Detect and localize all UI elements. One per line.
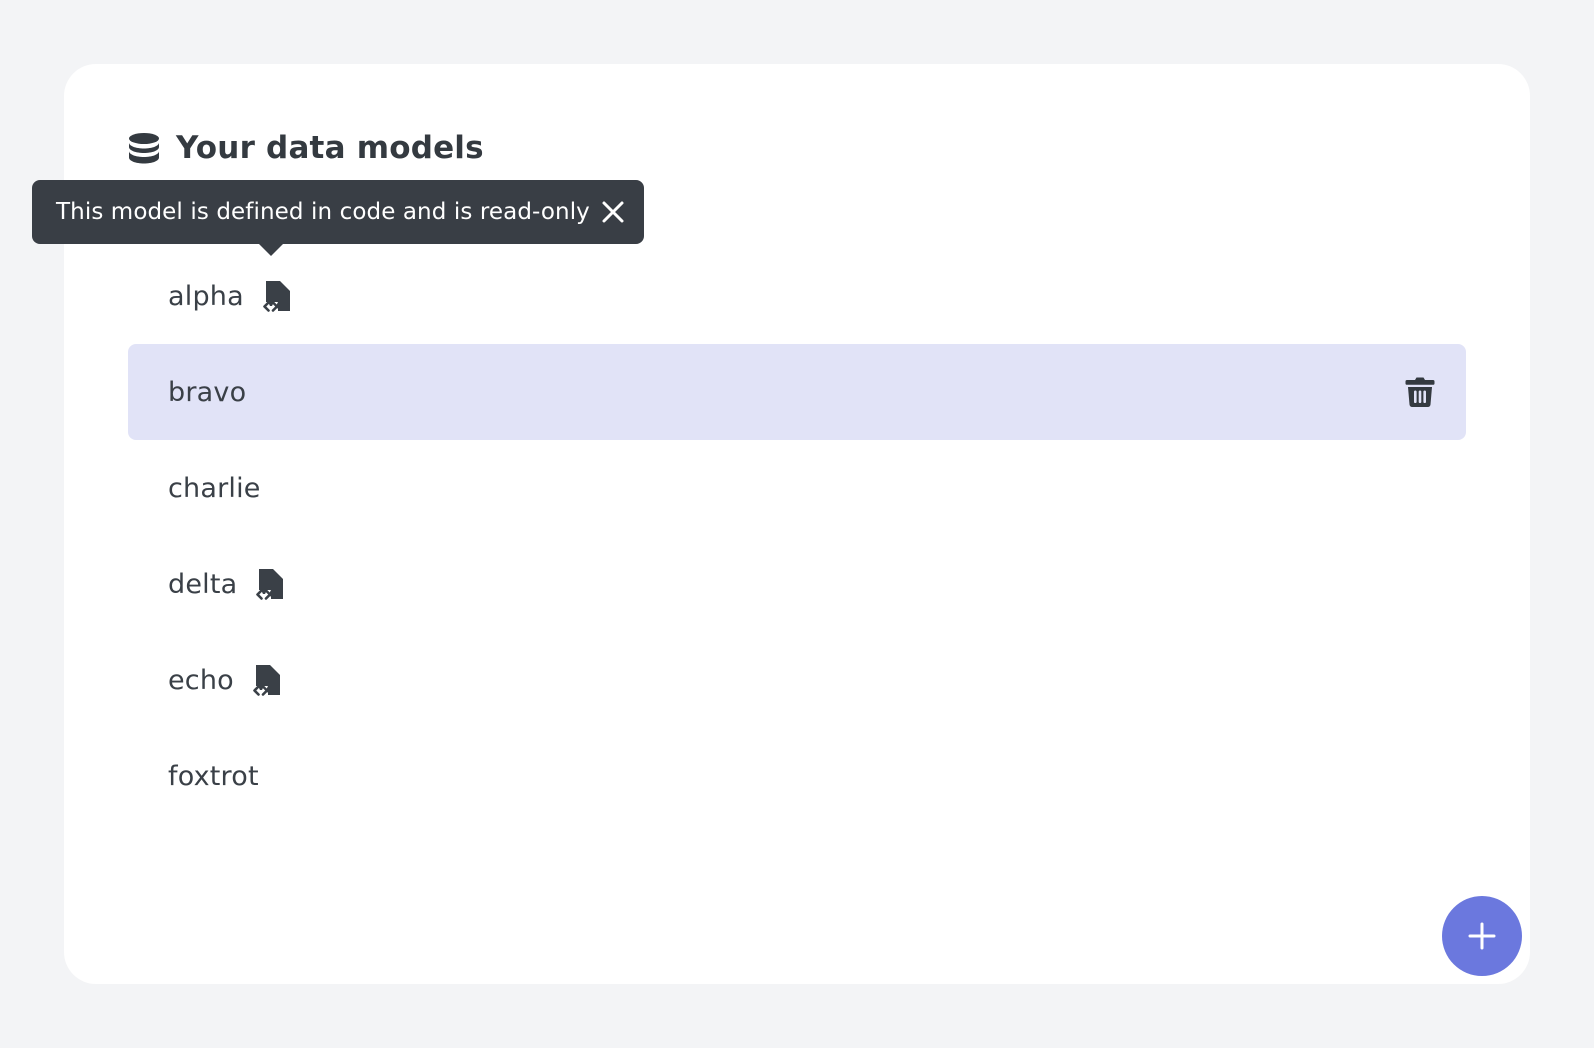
close-icon[interactable] xyxy=(600,199,626,225)
tooltip-arrow xyxy=(259,244,283,256)
model-name: charlie xyxy=(168,472,261,504)
trash-icon[interactable] xyxy=(1404,376,1436,408)
list-item-echo[interactable]: echo xyxy=(128,632,1466,728)
code-file-icon[interactable] xyxy=(250,664,282,696)
model-name: alpha xyxy=(168,280,244,312)
list-item-bravo[interactable]: bravo xyxy=(128,344,1466,440)
code-file-icon[interactable] xyxy=(253,568,285,600)
models-list: alpha bravo charlie delta echo foxtrot xyxy=(128,248,1466,824)
list-item-foxtrot[interactable]: foxtrot xyxy=(128,728,1466,824)
list-item-delta[interactable]: delta xyxy=(128,536,1466,632)
model-name: echo xyxy=(168,664,234,696)
plus-icon xyxy=(1468,922,1496,950)
model-name: delta xyxy=(168,568,238,600)
list-item-alpha[interactable]: alpha xyxy=(128,248,1466,344)
model-name: bravo xyxy=(168,376,247,408)
card-header: Your data models xyxy=(128,130,484,166)
list-item-charlie[interactable]: charlie xyxy=(128,440,1466,536)
model-name: foxtrot xyxy=(168,760,259,792)
tooltip-text: This model is defined in code and is rea… xyxy=(56,199,590,225)
add-model-button[interactable] xyxy=(1442,896,1522,976)
code-file-icon[interactable] xyxy=(260,280,292,312)
page-title: Your data models xyxy=(176,130,484,166)
read-only-tooltip: This model is defined in code and is rea… xyxy=(32,180,644,256)
database-icon xyxy=(129,133,159,164)
